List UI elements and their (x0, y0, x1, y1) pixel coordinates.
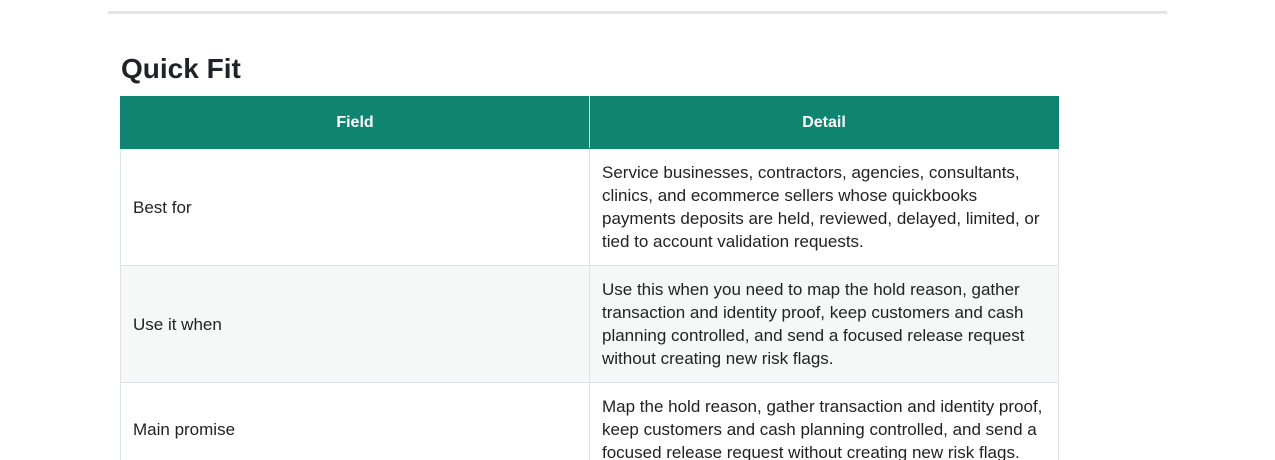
section-title: Quick Fit (121, 53, 241, 84)
table-header-row: Field Detail (120, 96, 1059, 149)
table-cell-field: Best for (120, 148, 590, 266)
table-cell-field: Use it when (120, 265, 590, 383)
table-row: Use it when Use this when you need to ma… (120, 265, 1059, 383)
quick-fit-table: Field Detail Best for Service businesses… (120, 96, 1059, 460)
column-header-field: Field (120, 96, 590, 149)
table-cell-detail: Map the hold reason, gather transaction … (589, 382, 1059, 460)
table-row: Main promise Map the hold reason, gather… (120, 382, 1059, 460)
table-cell-field: Main promise (120, 382, 590, 460)
column-header-detail: Detail (589, 96, 1059, 149)
table-cell-detail: Service businesses, contractors, agencie… (589, 148, 1059, 266)
page: Quick Fit Field Detail Best for Service … (0, 0, 1275, 460)
divider (108, 11, 1167, 14)
table-row: Best for Service businesses, contractors… (120, 148, 1059, 266)
table-cell-detail: Use this when you need to map the hold r… (589, 265, 1059, 383)
